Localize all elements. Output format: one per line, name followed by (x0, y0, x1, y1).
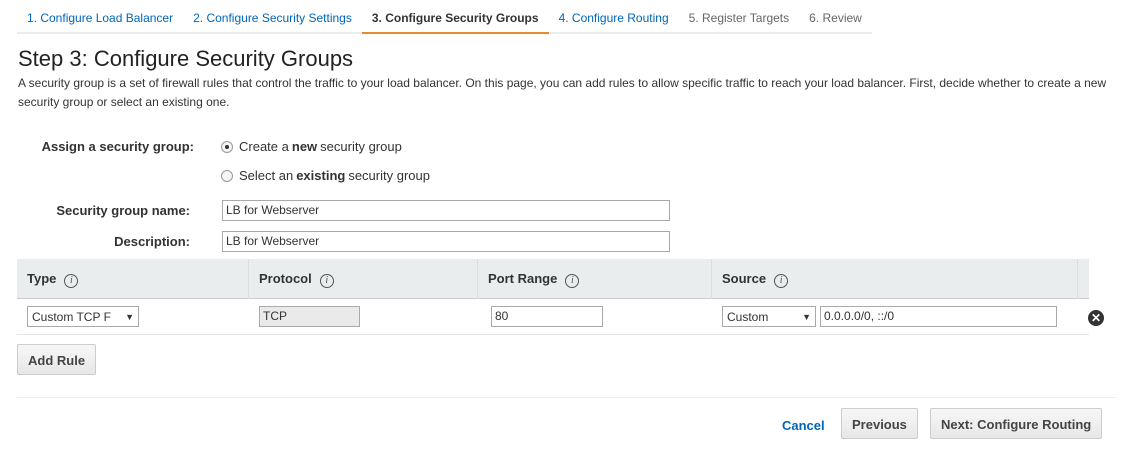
previous-button[interactable]: Previous (841, 408, 918, 439)
header-source: Source i (711, 259, 1077, 299)
radio-create-new-security-group[interactable]: Create a new security group (221, 139, 402, 154)
footer-divider (17, 397, 1117, 398)
radio-selected-icon[interactable] (221, 140, 233, 153)
rule-type-select[interactable]: Custom TCP F ▼ (27, 306, 139, 327)
add-rule-button[interactable]: Add Rule (17, 344, 97, 375)
option-existing-prefix: Select an (239, 168, 294, 183)
security-group-name-input[interactable]: LB for Webserver (222, 200, 670, 221)
option-new-prefix: Create a (239, 139, 289, 154)
rules-table-header: Type i Protocol i Port Range i Source i (17, 259, 1089, 299)
radio-unselected-icon[interactable] (221, 169, 233, 182)
option-existing-suffix: security group (348, 168, 430, 183)
info-icon[interactable]: i (774, 274, 789, 288)
rule-type-value: Custom TCP F (32, 309, 111, 324)
assign-security-group-label: Assign a security group: (41, 139, 194, 154)
step-configure-load-balancer[interactable]: 1. Configure Load Balancer (17, 0, 184, 34)
rule-protocol-field: TCP (259, 306, 360, 327)
next-configure-routing-button[interactable]: Next: Configure Routing (930, 408, 1103, 439)
header-type: Type i (17, 259, 248, 299)
header-actions (1077, 259, 1089, 299)
step-configure-security-settings[interactable]: 2. Configure Security Settings (183, 0, 362, 34)
option-existing-bold: existing (296, 168, 346, 183)
remove-rule-icon[interactable]: ✕ (1088, 310, 1104, 326)
header-source-label: Source (722, 271, 767, 286)
option-new-suffix: security group (320, 139, 402, 154)
page-intro: A security group is a set of firewall ru… (18, 76, 1107, 109)
header-protocol-label: Protocol (259, 271, 312, 286)
header-protocol: Protocol i (248, 259, 477, 299)
step-configure-security-groups[interactable]: 3. Configure Security Groups (361, 0, 549, 34)
rule-source-select[interactable]: Custom ▼ (722, 306, 816, 327)
dropdown-arrow-icon: ▼ (125, 311, 134, 322)
security-group-name-label: Security group name: (56, 203, 190, 218)
header-port-range: Port Range i (477, 259, 711, 299)
rule-source-type-value: Custom (727, 309, 769, 324)
info-icon[interactable]: i (319, 274, 334, 288)
rule-port-range-input[interactable]: 80 (491, 306, 603, 327)
dropdown-arrow-icon: ▼ (802, 311, 811, 322)
step-configure-routing[interactable]: 4. Configure Routing (548, 0, 679, 34)
header-port-range-label: Port Range (488, 271, 558, 286)
header-type-label: Type (27, 271, 57, 286)
page-title: Step 3: Configure Security Groups (18, 46, 354, 71)
cancel-button[interactable]: Cancel (782, 418, 825, 433)
rule-source-cidr-input[interactable]: 0.0.0.0/0, ::/0 (820, 306, 1057, 327)
step-review: 6. Review (799, 0, 872, 34)
wizard-steps: 1. Configure Load Balancer 2. Configure … (17, 0, 872, 34)
description-input[interactable]: LB for Webserver (222, 231, 670, 252)
radio-select-existing-security-group[interactable]: Select an existing security group (221, 168, 430, 183)
info-icon[interactable]: i (64, 274, 79, 288)
option-new-bold: new (291, 139, 318, 154)
info-icon[interactable]: i (565, 274, 580, 288)
step-register-targets: 5. Register Targets (678, 0, 800, 34)
description-label: Description: (114, 234, 190, 249)
